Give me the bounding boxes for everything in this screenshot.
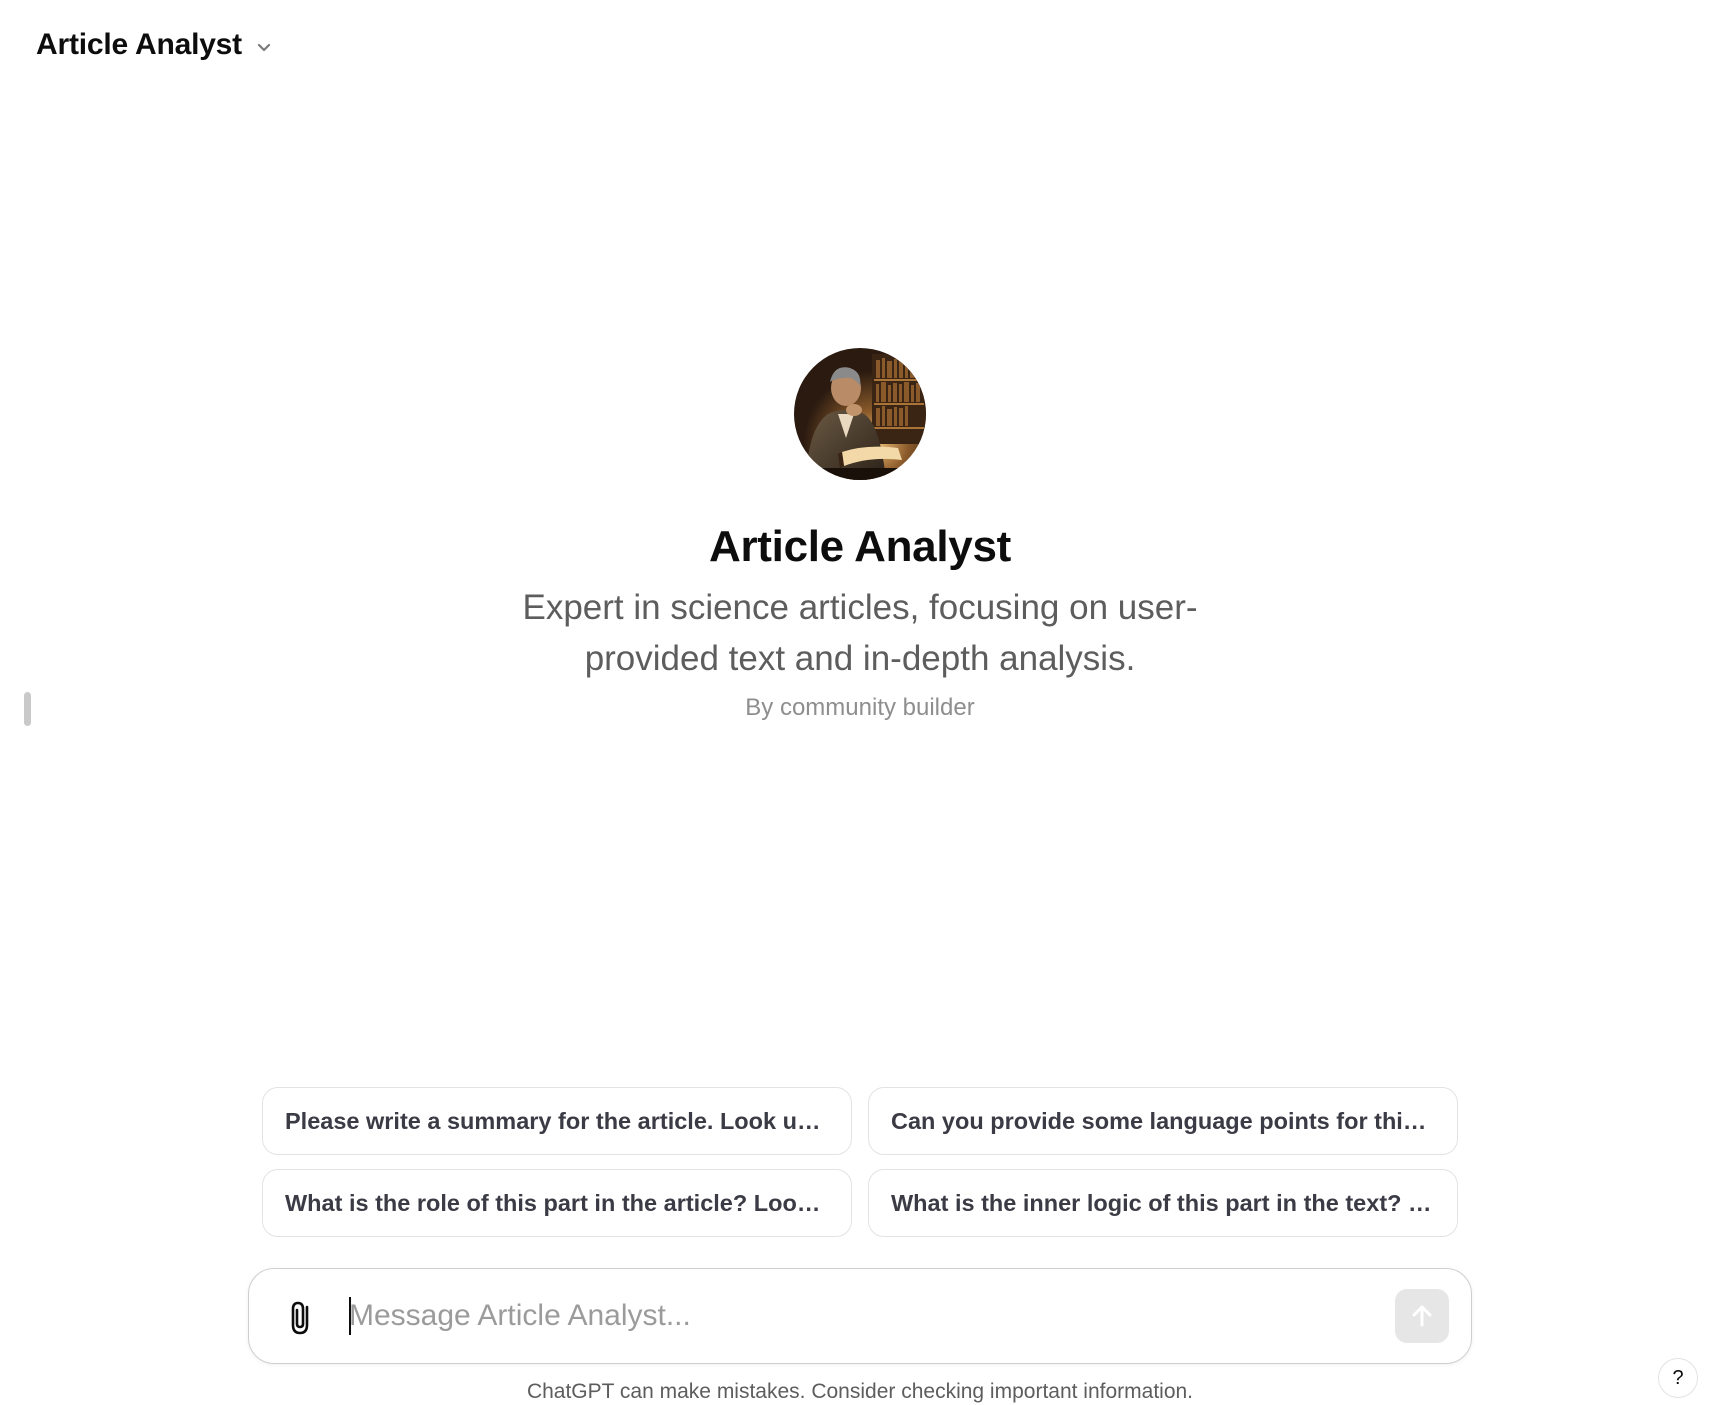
starter-label: Please write a summary for the article. …: [285, 1107, 829, 1134]
help-icon: ?: [1672, 1366, 1684, 1389]
starter-button[interactable]: Can you provide some language points for…: [868, 1087, 1458, 1155]
text-cursor: [349, 1297, 351, 1335]
gpt-intro: Article Analyst Expert in science articl…: [0, 348, 1720, 722]
message-composer: [248, 1268, 1472, 1364]
help-button[interactable]: ?: [1658, 1358, 1698, 1398]
conversation-starters: Please write a summary for the article. …: [262, 1087, 1458, 1237]
chat-page: Article Analyst Article Analyst Expert i…: [0, 0, 1720, 1405]
starter-label: Can you provide some language points for…: [891, 1107, 1435, 1134]
starter-label: What is the inner logic of this part in …: [891, 1189, 1435, 1216]
avatar-scholar-reading-icon: [794, 348, 926, 480]
avatar: [794, 348, 926, 480]
model-selector[interactable]: Article Analyst: [36, 28, 274, 62]
gpt-description: Expert in science articles, focusing on …: [522, 588, 1198, 678]
send-button[interactable]: [1395, 1289, 1449, 1343]
starter-label: What is the role of this part in the art…: [285, 1189, 829, 1216]
starter-button[interactable]: What is the inner logic of this part in …: [868, 1169, 1458, 1237]
chevron-down-icon: [257, 43, 271, 52]
paperclip-icon: [291, 1301, 309, 1335]
starter-button[interactable]: Please write a summary for the article. …: [262, 1087, 852, 1155]
starter-button[interactable]: What is the role of this part in the art…: [262, 1169, 852, 1237]
attach-file-button[interactable]: [283, 1297, 319, 1337]
gpt-name: Article Analyst: [709, 522, 1011, 571]
header-title: Article Analyst: [36, 28, 242, 61]
arrow-up-icon: [1412, 1305, 1432, 1327]
disclaimer-text: ChatGPT can make mistakes. Consider chec…: [526, 1380, 1194, 1403]
gpt-author: By community builder: [745, 694, 975, 721]
message-input[interactable]: [349, 1291, 1349, 1341]
